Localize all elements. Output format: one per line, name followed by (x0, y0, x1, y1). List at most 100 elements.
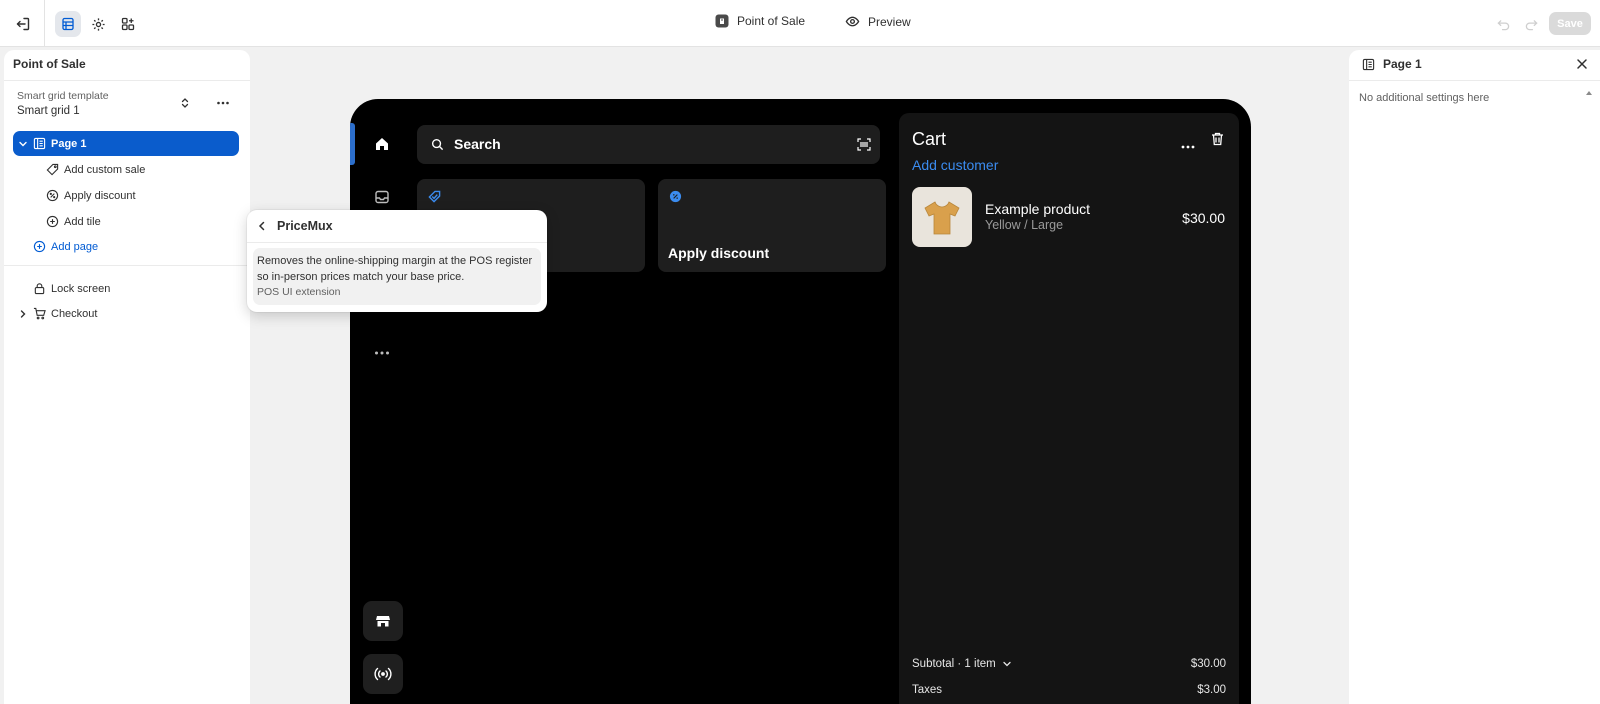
subtotal-value: $30.00 (1190, 658, 1226, 670)
popover-title: PriceMux (277, 219, 333, 233)
discount-badge-icon (669, 190, 682, 203)
pos-tile-apply-discount[interactable]: Apply discount (658, 179, 886, 272)
pos-device-preview: Search Apply discount Cart Add customer … (350, 99, 1251, 704)
popover-header: PriceMux (247, 210, 547, 243)
tag-check-icon (428, 190, 441, 203)
exit-button[interactable] (10, 11, 36, 37)
home-icon (376, 138, 388, 150)
extension-description: Removes the online-shipping margin at th… (257, 255, 533, 283)
tag-icon (45, 163, 59, 177)
sidebar-item-label: Page 1 (51, 137, 87, 150)
apps-button[interactable] (115, 11, 141, 37)
sidebar-item-add-page[interactable]: Add page (13, 234, 239, 259)
close-icon (1577, 59, 1587, 69)
close-button[interactable] (1576, 58, 1588, 73)
barcode-scan-icon[interactable] (857, 138, 871, 151)
sidebar-title: Point of Sale (13, 57, 86, 71)
layout-icon (1362, 58, 1375, 74)
extension-option[interactable]: Removes the online-shipping margin at th… (253, 248, 541, 305)
search-placeholder: Search (454, 136, 501, 152)
redo-button[interactable] (1518, 11, 1544, 37)
taxes-label: Taxes (912, 684, 943, 696)
nav-home[interactable] (368, 130, 396, 158)
settings-button[interactable] (85, 11, 111, 37)
cart-more-button[interactable] (1181, 137, 1195, 152)
more-horizontal-icon (375, 351, 389, 355)
connectivity-button[interactable] (363, 654, 403, 694)
sidebar-item-add-custom-sale[interactable]: Add custom sale (13, 157, 239, 182)
undo-icon (1496, 19, 1509, 30)
trash-icon (1212, 132, 1223, 146)
inbox-icon (375, 190, 389, 204)
store-button[interactable] (363, 601, 403, 641)
chevron-down-icon[interactable] (16, 137, 30, 151)
back-button[interactable] (256, 220, 268, 235)
search-icon (431, 138, 444, 151)
nav-more[interactable] (368, 339, 396, 367)
app-title[interactable]: Point of Sale (715, 14, 805, 28)
discount-icon (45, 189, 59, 203)
chevron-left-icon (258, 221, 265, 231)
sidebar-item-label: Lock screen (51, 282, 111, 295)
cart-product-variant: Yellow / Large (985, 218, 1064, 232)
preview-button[interactable]: Preview (845, 14, 911, 29)
divider (1349, 80, 1600, 81)
cart-panel: Cart Add customer Example product Yellow… (899, 113, 1239, 704)
tile-label: Apply discount (668, 245, 770, 261)
cart-product-name[interactable]: Example product (985, 201, 1090, 217)
app-title-text: Point of Sale (737, 14, 806, 28)
sidebar-item-label: Add page (51, 240, 99, 253)
settings-empty-note: No additional settings here (1359, 92, 1490, 104)
add-customer-link[interactable]: Add customer (912, 157, 998, 173)
clear-cart-button[interactable] (1211, 132, 1224, 149)
layout-icon (32, 137, 46, 151)
subtotal-row[interactable]: Subtotal · 1 item $30.00 (912, 658, 1226, 670)
template-more-button[interactable] (216, 97, 230, 112)
pos-search-bar[interactable]: Search (417, 125, 880, 164)
product-thumbnail (912, 187, 972, 247)
extension-popover: PriceMux Removes the online-shipping mar… (247, 210, 547, 312)
toolbar-divider (44, 0, 45, 47)
sidebar-item-checkout[interactable]: Checkout (13, 301, 239, 326)
left-sidebar: Point of Sale Smart grid template Smart … (4, 50, 250, 704)
tshirt-icon (924, 201, 960, 235)
right-settings-panel: Page 1 No additional settings here (1349, 50, 1600, 704)
chevron-right-icon[interactable] (16, 307, 30, 321)
sidebar-item-label: Add custom sale (64, 163, 146, 176)
more-horizontal-icon (1181, 145, 1195, 149)
divider (4, 265, 250, 266)
caret-up-icon (1586, 91, 1592, 95)
exit-icon (16, 17, 30, 31)
sidebar-item-add-tile[interactable]: Add tile (13, 209, 239, 234)
extension-type: POS UI extension (257, 286, 341, 298)
sections-button[interactable] (55, 11, 81, 37)
cart-icon (32, 307, 46, 321)
divider (4, 80, 250, 81)
sidebar-item-label: Add tile (64, 215, 101, 228)
broadcast-icon (374, 667, 392, 681)
sidebar-item-label: Checkout (51, 307, 98, 320)
template-label: Smart grid template (17, 90, 109, 102)
eye-icon (845, 16, 860, 27)
nav-active-indicator (350, 123, 355, 165)
lock-icon (32, 282, 46, 296)
undo-button[interactable] (1490, 11, 1516, 37)
apps-icon (121, 17, 135, 31)
cart-title: Cart (912, 129, 947, 149)
subtotal-label: Subtotal · 1 item (912, 658, 996, 670)
taxes-row: Taxes $3.00 (912, 684, 1226, 696)
sidebar-item-apply-discount[interactable]: Apply discount (13, 183, 239, 208)
gear-icon (91, 17, 105, 31)
sidebar-item-label: Apply discount (64, 189, 136, 202)
nav-orders[interactable] (368, 183, 396, 211)
sidebar-item-lock-screen[interactable]: Lock screen (13, 276, 239, 301)
chevron-down-icon (1003, 661, 1011, 667)
save-button[interactable]: Save (1549, 12, 1591, 35)
chevron-updown-icon (181, 98, 189, 108)
sidebar-item-page-1[interactable]: Page 1 (13, 131, 239, 156)
sections-icon (62, 17, 74, 31)
scrollbar-up-arrow[interactable] (1585, 84, 1593, 99)
template-value[interactable]: Smart grid 1 (17, 105, 80, 117)
plus-circle-icon (45, 215, 59, 229)
template-selector[interactable] (179, 97, 191, 112)
